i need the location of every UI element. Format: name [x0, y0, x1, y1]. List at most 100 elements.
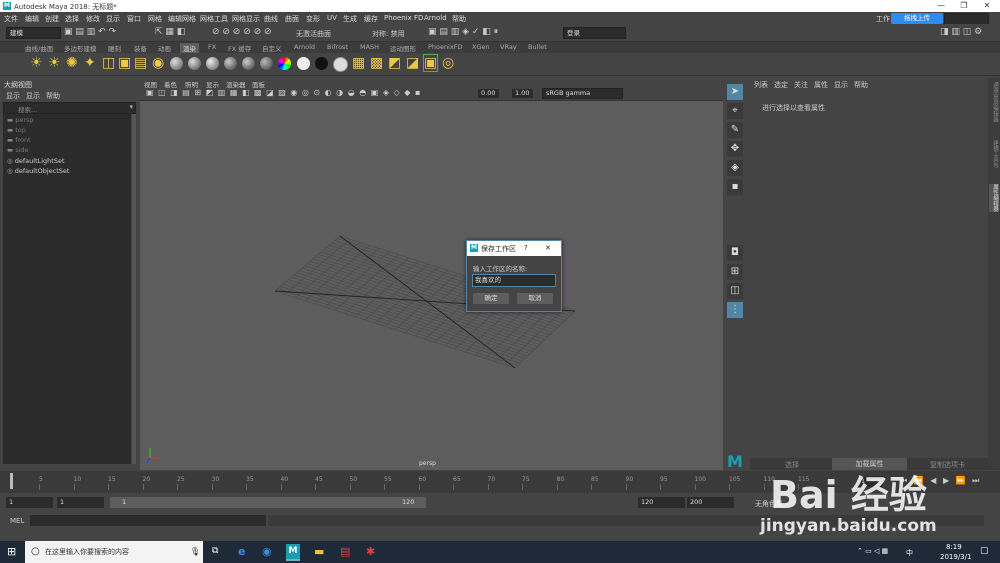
select-tools-icons[interactable]: ⇱ ▦ ◧: [155, 27, 185, 37]
ae-menu-help[interactable]: 帮助: [854, 80, 868, 90]
maximize-button[interactable]: ❐: [953, 1, 975, 11]
tab-arnold[interactable]: Arnold: [294, 43, 315, 51]
current-frame-marker[interactable]: [10, 473, 13, 489]
two-view-icon[interactable]: ◫: [727, 283, 743, 299]
tab-xgen[interactable]: XGen: [472, 43, 490, 51]
menu-deform[interactable]: 变形: [306, 14, 320, 24]
render-icons[interactable]: ▣ ▤ ▥ ◈ ✓ ◧ ⏸: [428, 27, 498, 37]
outliner-search[interactable]: 搜索... ▾: [3, 102, 136, 114]
render-frame-icon[interactable]: ◪: [406, 55, 419, 71]
maya-taskbar-icon[interactable]: M: [286, 544, 300, 561]
upload-button[interactable]: 拖拽上传: [891, 13, 943, 24]
tab-channel-box[interactable]: 通道盒/层编辑器: [989, 82, 999, 122]
tab-rigging[interactable]: 装备: [134, 43, 147, 53]
outliner-item-top[interactable]: ▬ top: [7, 125, 26, 135]
shader-ball-4-icon[interactable]: [224, 57, 237, 70]
menu-file[interactable]: 文件: [4, 14, 18, 24]
menu-cache[interactable]: 缓存: [364, 14, 378, 24]
clock-date[interactable]: 2019/3/1: [940, 553, 971, 561]
rotate-tool-icon[interactable]: ◈: [727, 160, 743, 176]
scale-tool-icon[interactable]: ▪: [727, 179, 743, 195]
color-space-dropdown[interactable]: sRGB gamma: [542, 88, 623, 99]
ae-menu-list[interactable]: 列表: [754, 80, 768, 90]
tab-animation[interactable]: 动画: [158, 43, 171, 53]
menu-edit[interactable]: 编辑: [25, 14, 39, 24]
playback-end-field[interactable]: 120: [638, 497, 685, 508]
ae-menu-attributes[interactable]: 属性: [814, 80, 828, 90]
shader-ball-6-icon[interactable]: [260, 57, 273, 70]
microphone-icon[interactable]: 🎙: [190, 541, 200, 563]
point-light-icon[interactable]: ✺: [66, 55, 78, 71]
outliner-scrollbar[interactable]: [132, 114, 136, 464]
black-shader-icon[interactable]: [315, 57, 328, 70]
dialog-help-button[interactable]: ?: [524, 244, 528, 252]
menu-uv[interactable]: UV: [327, 14, 337, 22]
ae-menu-show[interactable]: 显示: [834, 80, 848, 90]
sun-light-icon[interactable]: ☀: [30, 55, 43, 71]
ae-menu-selected[interactable]: 选定: [774, 80, 788, 90]
texture-icon[interactable]: ▦: [352, 55, 365, 71]
outliner-item-side[interactable]: ▬ side: [7, 145, 29, 155]
symmetry-label[interactable]: 对称: 禁用: [372, 29, 405, 39]
tab-sculpt[interactable]: 雕刻: [108, 43, 121, 53]
close-button[interactable]: ✕: [976, 1, 998, 11]
mode-dropdown[interactable]: 建模: [6, 27, 61, 39]
volume-light-icon[interactable]: ▣: [118, 55, 131, 71]
tab-rendering[interactable]: 渲染: [180, 43, 199, 53]
range-bar[interactable]: 1 120: [110, 497, 426, 508]
outliner-layout-icon[interactable]: ⋮: [727, 302, 743, 318]
render-settings-icon[interactable]: ◉: [152, 55, 164, 71]
menu-modify[interactable]: 修改: [86, 14, 100, 24]
browser-icon[interactable]: ◉: [262, 545, 272, 558]
workspace-name-input[interactable]: 我喜欢的: [472, 274, 556, 287]
menu-mesh-display[interactable]: 网格显示: [232, 14, 260, 24]
menu-mesh[interactable]: 网格: [148, 14, 162, 24]
move-tool-icon[interactable]: ✥: [727, 141, 743, 157]
shader-ball-1-icon[interactable]: [170, 57, 183, 70]
pdf-reader-icon[interactable]: ▤: [340, 545, 350, 558]
playback-start-field[interactable]: 1: [57, 497, 104, 508]
tab-vray[interactable]: VRay: [500, 43, 517, 51]
outliner-item-front[interactable]: ▬ front: [7, 135, 31, 145]
start-frame-field[interactable]: 1: [6, 497, 53, 508]
gamma-field[interactable]: 1.00: [512, 89, 533, 98]
shader-ball-5-icon[interactable]: [242, 57, 255, 70]
vp-toolbar-icons[interactable]: ▣ ◫ ◨ ▤ ⊞ ◩ ▥ ▦ ◧ ▩ ◪ ▨ ◉ ◎ ⊙ ◐ ◑ ◒ ◓ ▣ …: [146, 88, 421, 97]
mel-input[interactable]: [30, 515, 266, 526]
gray-shader-icon[interactable]: [333, 57, 348, 72]
menu-select[interactable]: 选择: [65, 14, 79, 24]
color-shader-icon[interactable]: [278, 57, 291, 70]
file-icons[interactable]: ▣ ▤ ▥ ↶ ↷: [64, 27, 116, 37]
app-icon[interactable]: ✱: [366, 545, 375, 558]
lasso-tool-icon[interactable]: ⌖: [727, 103, 743, 119]
file-explorer-icon[interactable]: ▬: [314, 545, 324, 558]
dialog-cancel-button[interactable]: 取消: [517, 293, 553, 304]
tab-attribute-editor[interactable]: 属性编辑器: [989, 184, 999, 212]
tab-curves-surfaces[interactable]: 曲线/曲面: [25, 43, 53, 53]
tab-fx[interactable]: FX: [208, 43, 216, 51]
four-view-icon[interactable]: ⊞: [727, 264, 743, 280]
ambient-light-icon[interactable]: ☀: [48, 55, 61, 71]
shader-ball-3-icon[interactable]: [206, 57, 219, 70]
select-tool-icon[interactable]: ➤: [727, 84, 743, 100]
hypershade-icon[interactable]: ▣: [422, 54, 439, 72]
end-frame-field[interactable]: 200: [687, 497, 734, 508]
tab-phoenixfd[interactable]: PhoenixFD: [428, 43, 463, 51]
viewport-panel[interactable]: 视图 着色 照明 显示 渲染器 面板 ▣ ◫ ◨ ▤ ⊞ ◩ ▥ ▦ ◧ ▩ ◪…: [140, 78, 723, 470]
tab-motion-graphics[interactable]: 运动图形: [390, 43, 416, 53]
tab-modeling-toolkit[interactable]: 建模工具包: [989, 140, 999, 168]
snap-icons[interactable]: ⊘ ⊘ ⊘ ⊘ ⊘ ⊘: [212, 27, 272, 37]
ipr-render-icon[interactable]: ◩: [388, 55, 401, 71]
camera-icon[interactable]: ▤: [134, 55, 147, 71]
menu-help[interactable]: 帮助: [452, 14, 466, 24]
search-dropdown-icon[interactable]: ▾: [129, 103, 133, 111]
menu-curves[interactable]: 曲线: [264, 14, 278, 24]
outliner-menu-help[interactable]: 帮助: [46, 91, 60, 101]
menu-generate[interactable]: 生成: [343, 14, 357, 24]
dialog-ok-button[interactable]: 确定: [473, 293, 509, 304]
dialog-close-button[interactable]: ✕: [545, 244, 551, 252]
shader-ball-2-icon[interactable]: [188, 57, 201, 70]
tab-bullet[interactable]: Bullet: [528, 43, 547, 51]
taskbar-search[interactable]: ○ 在这里输入你要搜索的内容 🎙: [25, 541, 203, 563]
exposure-field[interactable]: 0.00: [478, 89, 499, 98]
